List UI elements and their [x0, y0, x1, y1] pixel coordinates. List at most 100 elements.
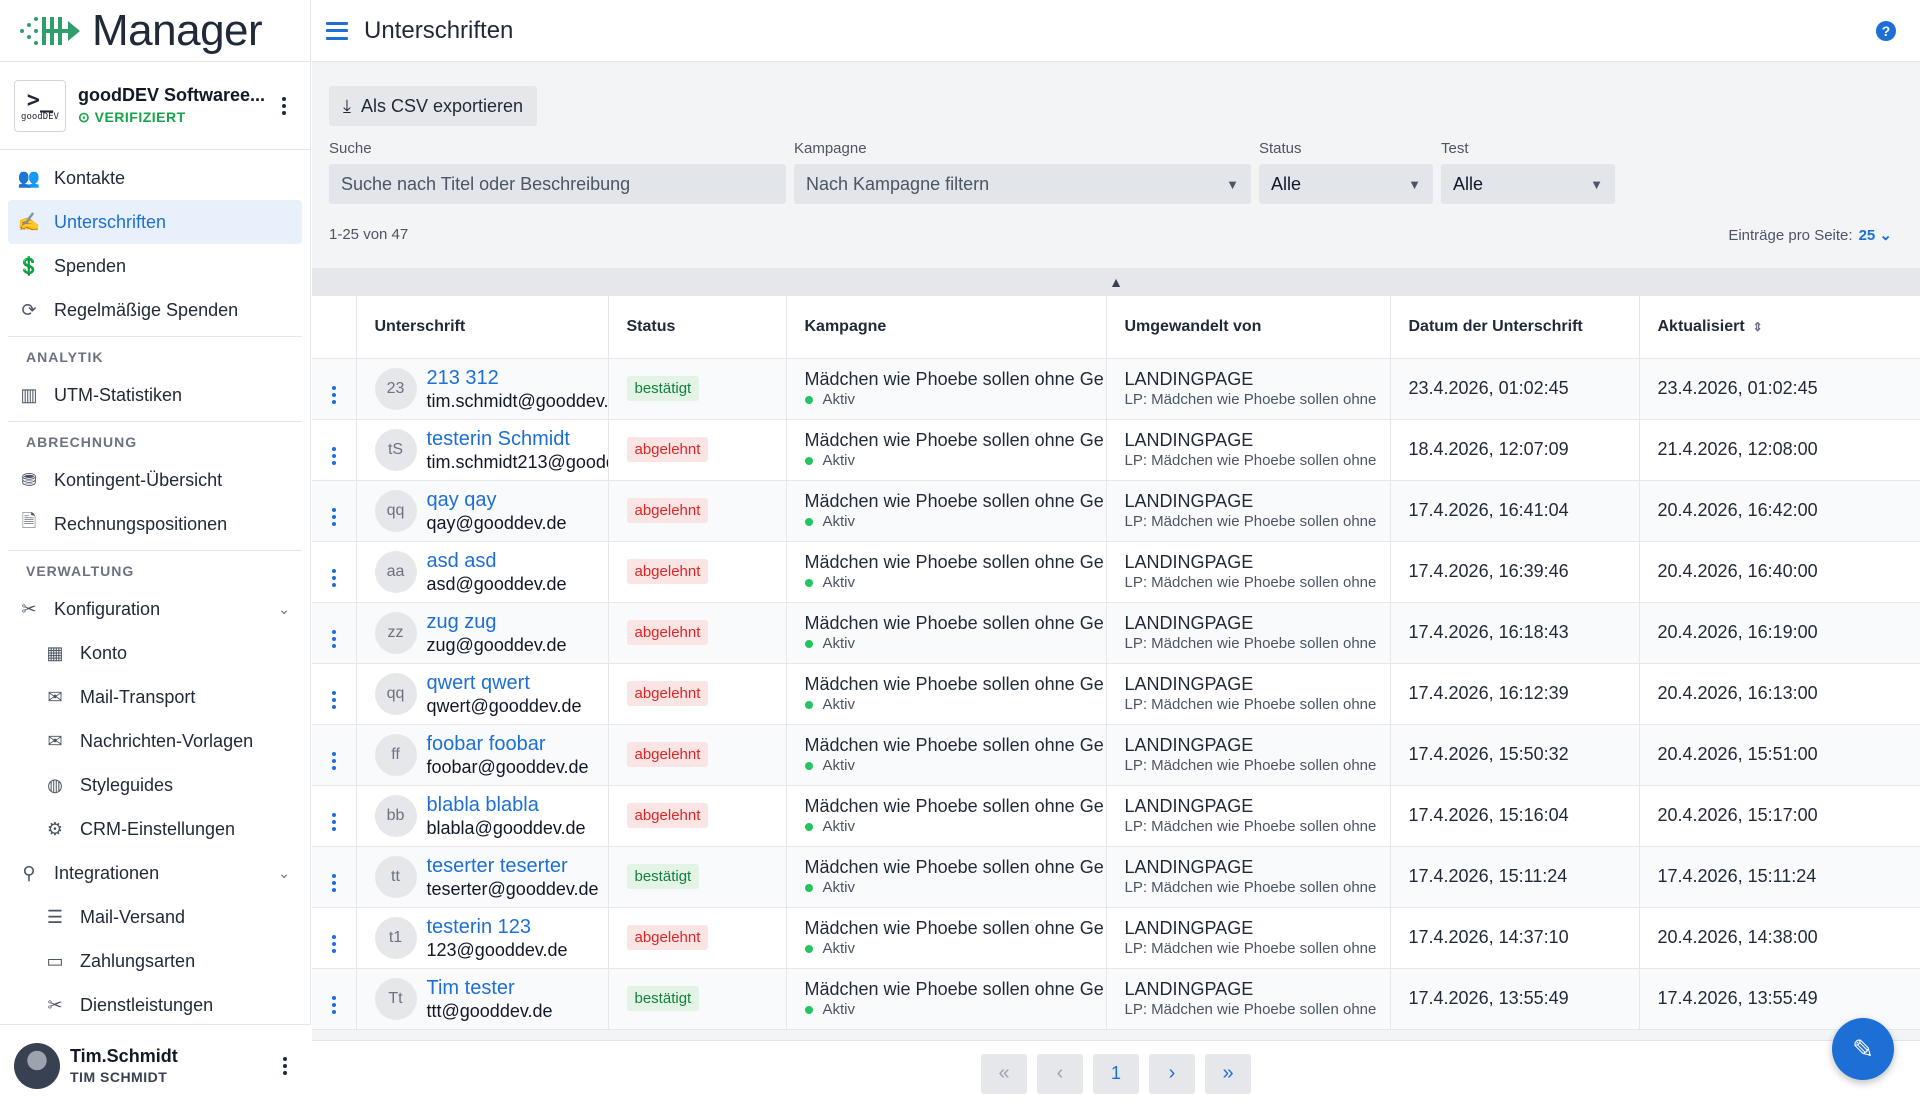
campaign-state-text: Aktiv — [822, 451, 856, 469]
sort-icon[interactable]: ⇕ — [1753, 320, 1763, 334]
table-row[interactable]: ff foobar foobar foobar@gooddev.de abgelehn… — [312, 724, 1920, 786]
page-1-button[interactable]: 1 — [1093, 1053, 1139, 1094]
table-row[interactable]: aa asd asd asd@gooddev.de abgelehnt Mädchen … — [312, 541, 1920, 603]
last-page-button[interactable]: » — [1205, 1053, 1251, 1094]
table-row[interactable]: tS testerin Schmidttim.schmidt213@gooddev… — [312, 419, 1920, 481]
table-row[interactable]: tt teserter teserter teserter@gooddev.de be… — [312, 846, 1920, 908]
row-menu-icon[interactable] — [331, 690, 336, 709]
row-menu-icon[interactable] — [331, 568, 336, 587]
bar-chart-icon: ▥ — [20, 384, 38, 405]
header-campaign[interactable]: Kampagne — [786, 296, 1107, 359]
signer-name-link[interactable]: testerin 123 — [427, 915, 568, 939]
signer-name-link[interactable]: blabla blabla — [427, 793, 586, 817]
first-page-button[interactable]: « — [981, 1053, 1027, 1094]
header-status[interactable]: Status — [608, 296, 787, 359]
signer-name-link[interactable]: foobar foobar — [427, 732, 589, 756]
sidebar-item-styleguides[interactable]: ◍ Styleguides — [8, 763, 302, 807]
help-icon[interactable]: ? — [1876, 21, 1896, 41]
table-row[interactable]: zz zug zug zug@gooddev.de abgelehnt Mädchen … — [312, 602, 1920, 664]
export-csv-button[interactable]: ⤓ Als CSV exportieren — [329, 86, 538, 126]
test-select[interactable]: Alle ▼ — [1441, 164, 1615, 204]
search-label: Suche — [329, 140, 372, 157]
header-signature[interactable]: Unterschrift — [356, 296, 609, 359]
campaign-state-text: Aktiv — [822, 573, 856, 591]
table-row[interactable]: 23 213 312tim.schmidt@gooddev.de bestätigt… — [312, 358, 1920, 420]
signer-name-link[interactable]: qay qay — [427, 488, 567, 512]
signer-name-link[interactable]: asd asd — [427, 549, 567, 573]
app-logo[interactable]: Manager — [0, 0, 310, 62]
user-profile[interactable]: Tim.Schmidt TIM SCHMIDT — [0, 1024, 311, 1106]
table-row[interactable]: qq qwert qwert qwert@gooddev.de abgelehnt Mä… — [312, 663, 1920, 725]
table-row[interactable]: qq qay qay qay@gooddev.de abgelehnt Mädchen … — [312, 480, 1920, 542]
sidebar-item-mail-versand[interactable]: ☰ Mail-Versand — [8, 895, 302, 939]
org-menu-button[interactable] — [272, 94, 296, 118]
converted-cell: LANDINGPAGE LP: Mädchen wie Phoebe sollen… — [1106, 419, 1391, 481]
row-actions-cell — [312, 358, 357, 420]
signatures-table: Unterschrift Status Kampagne Umgewandelt… — [312, 296, 1920, 1030]
signer-name-link[interactable]: zug zug — [427, 610, 567, 634]
org-switcher[interactable]: >_ goodDEV goodDEV Softwaree... ⊙ VERIFI… — [0, 62, 310, 150]
row-menu-icon[interactable] — [331, 507, 336, 526]
header-updated[interactable]: Aktualisiert ⇕ — [1639, 296, 1920, 359]
source-type: LANDINGPAGE — [1124, 429, 1254, 450]
sidebar-item-konfiguration[interactable]: ✂ Konfiguration ⌄ — [8, 587, 302, 631]
sidebar-item-integrationen[interactable]: ⚲ Integrationen ⌄ — [8, 851, 302, 895]
chevron-up-icon: ▲ — [1109, 274, 1123, 290]
sidebar-item-kontakte[interactable]: 👥 Kontakte — [8, 156, 302, 200]
sidebar-item-utm-statistiken[interactable]: ▥ UTM-Statistiken — [8, 373, 302, 417]
campaign-select[interactable]: Nach Kampagne filtern ▼ — [794, 164, 1251, 204]
table-row[interactable]: bb blabla blabla blabla@gooddev.de abgelehn… — [312, 785, 1920, 847]
signer-name-link[interactable]: qwert qwert — [427, 671, 582, 695]
header-converted[interactable]: Umgewandelt von — [1106, 296, 1391, 359]
chevron-down-icon[interactable]: ⌄ — [278, 865, 290, 882]
row-menu-icon[interactable] — [331, 446, 336, 465]
signature-cell: tS testerin Schmidttim.schmidt213@gooddev… — [356, 419, 609, 481]
next-page-button[interactable]: › — [1149, 1053, 1195, 1094]
user-menu-button[interactable] — [273, 1054, 297, 1078]
signer-name-link[interactable]: teserter teserter — [427, 854, 599, 878]
row-menu-icon[interactable] — [331, 995, 336, 1014]
prev-page-button[interactable]: ‹ — [1037, 1053, 1083, 1094]
menu-toggle-icon[interactable] — [326, 21, 348, 40]
signature-cell: aa asd asd asd@gooddev.de — [356, 541, 609, 603]
row-actions-cell — [312, 968, 357, 1030]
table-row[interactable]: t1 testerin 123 123@gooddev.de abgelehnt Mäd… — [312, 907, 1920, 969]
sidebar-item-rechnungspositionen[interactable]: 🗎 Rechnungspositionen — [8, 502, 302, 546]
collapse-filters-button[interactable]: ▲ — [312, 268, 1920, 296]
row-menu-icon[interactable] — [331, 385, 336, 404]
header-date[interactable]: Datum der Unterschrift — [1390, 296, 1640, 359]
source-type: LANDINGPAGE — [1124, 551, 1254, 572]
campaign-state: Aktiv — [805, 390, 1088, 410]
feedback-fab[interactable]: ✎ — [1832, 1018, 1894, 1080]
sidebar-item-unterschriften[interactable]: ✍ Unterschriften — [8, 200, 302, 244]
sidebar-item-mail-transport[interactable]: ✉ Mail-Transport — [8, 675, 302, 719]
signer-name-link[interactable]: testerin Schmidt — [427, 427, 608, 451]
status-select[interactable]: Alle ▼ — [1259, 164, 1433, 204]
source-detail: LP: Mädchen wie Phoebe sollen ohne — [1124, 451, 1377, 469]
sidebar-item-crm-einstellungen[interactable]: ⚙ CRM-Einstellungen — [8, 807, 302, 851]
sidebar-item-regelmäßige-spenden[interactable]: ⟳ Regelmäßige Spenden — [8, 288, 302, 332]
sidebar-item-nachrichten-vorlagen[interactable]: ✉ Nachrichten-Vorlagen — [8, 719, 302, 763]
row-menu-icon[interactable] — [331, 934, 336, 953]
chevron-down-icon[interactable]: ⌄ — [278, 601, 290, 618]
row-menu-icon[interactable] — [331, 812, 336, 831]
per-page-select[interactable]: 25 ⌄ — [1859, 227, 1892, 244]
table-row[interactable]: Tt Tim tester ttt@gooddev.de bestätigt Mädch… — [312, 968, 1920, 1030]
row-menu-icon[interactable] — [331, 751, 336, 770]
row-menu-icon[interactable] — [331, 629, 336, 648]
sidebar-item-konto[interactable]: ▦ Konto — [8, 631, 302, 675]
signature-icon: ✍ — [17, 211, 41, 232]
per-page: Einträge pro Seite: 25 ⌄ — [1728, 226, 1892, 244]
row-menu-icon[interactable] — [331, 873, 336, 892]
converted-cell: LANDINGPAGE LP: Mädchen wie Phoebe sollen… — [1106, 663, 1391, 725]
sidebar-item-dienstleistungen[interactable]: ✂ Dienstleistungen — [8, 983, 302, 1018]
table-meta: 1-25 von 47 Einträge pro Seite: 25 ⌄ — [329, 226, 1902, 244]
credit-card-icon: ▭ — [46, 950, 64, 971]
search-input[interactable]: Suche nach Titel oder Beschreibung — [329, 164, 786, 204]
service-icon: ✂ — [47, 994, 63, 1015]
sidebar-item-spenden[interactable]: 💲 Spenden — [8, 244, 302, 288]
sidebar-item-zahlungsarten[interactable]: ▭ Zahlungsarten — [8, 939, 302, 983]
signer-name-link[interactable]: Tim tester — [427, 976, 553, 1000]
signer-name-link[interactable]: 213 312 — [427, 366, 608, 390]
sidebar-item-kontingent-übersicht[interactable]: ⛃ Kontingent-Übersicht — [8, 458, 302, 502]
